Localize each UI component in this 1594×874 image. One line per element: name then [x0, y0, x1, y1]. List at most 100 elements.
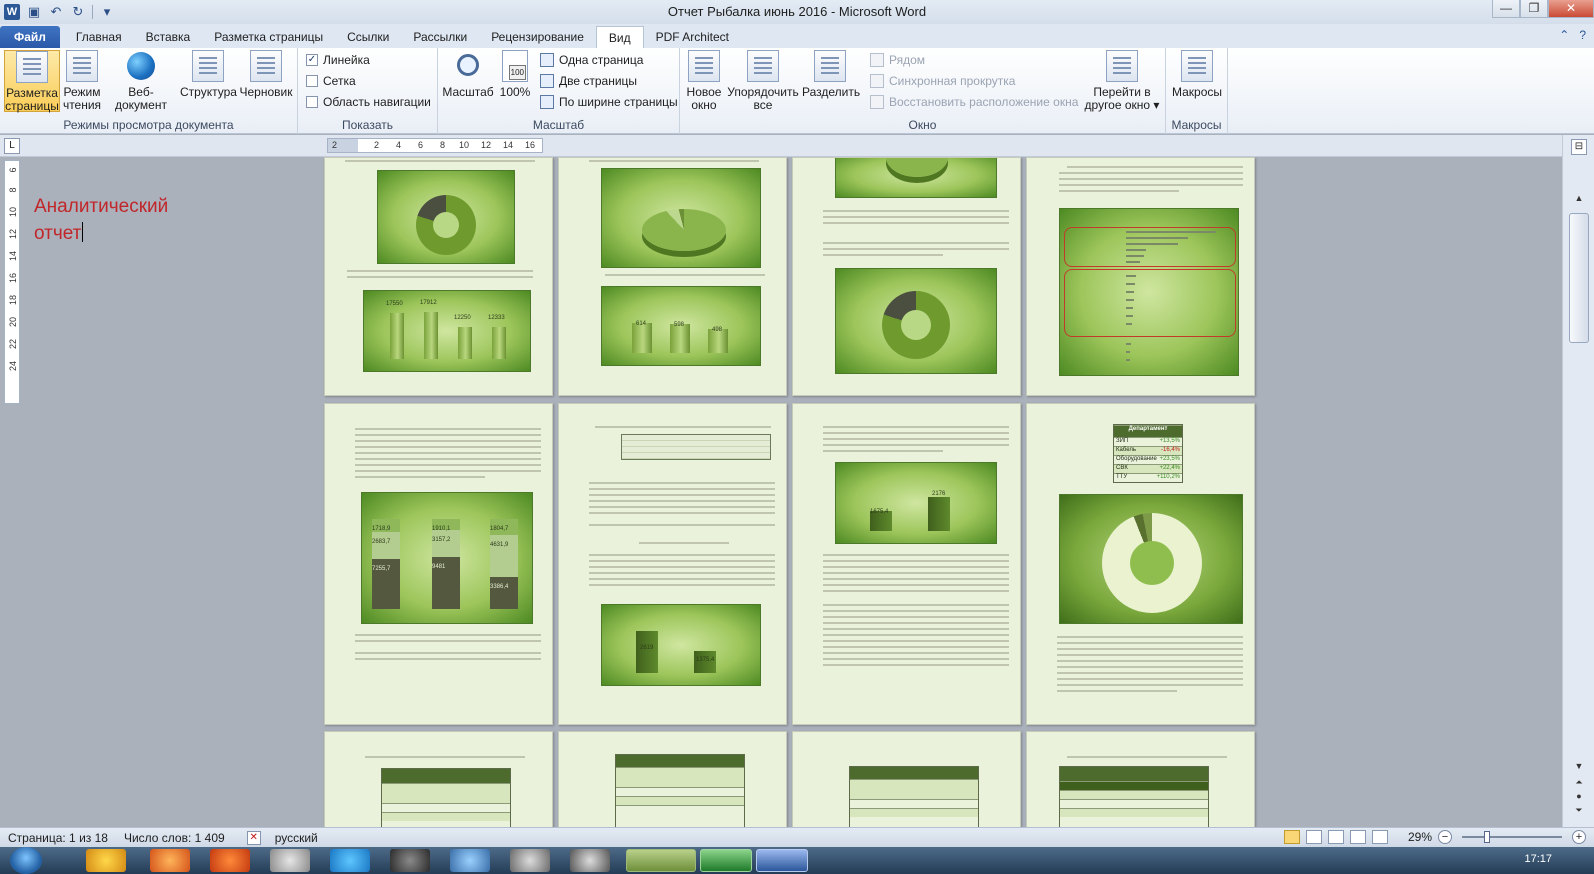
switch-windows-button[interactable]: Перейти в другое окно ▾: [1082, 50, 1162, 112]
web-view-icon[interactable]: [1327, 830, 1344, 844]
start-button[interactable]: [10, 847, 42, 874]
draft-view-icon[interactable]: [1371, 830, 1388, 844]
draft-label: Черновик: [239, 85, 293, 99]
macros-button[interactable]: Макросы: [1170, 50, 1224, 99]
word-count[interactable]: Число слов: 1 409: [116, 831, 233, 845]
draft-button[interactable]: Черновик: [238, 50, 294, 99]
document-heading[interactable]: Аналитический отчет: [34, 193, 168, 247]
redo-icon[interactable]: ↻: [70, 4, 86, 20]
page-thumbnail-2[interactable]: 614 598 498: [558, 157, 787, 396]
ruler-check-mark[interactable]: ✓: [306, 54, 318, 66]
taskbar-app-excel[interactable]: [700, 849, 752, 872]
tab-home[interactable]: Главная: [64, 26, 134, 48]
tab-insert[interactable]: Вставка: [134, 26, 203, 48]
text-line: [347, 276, 533, 278]
horizontal-ruler[interactable]: 2 2 4 6 8 10 12 14 16: [327, 138, 543, 153]
scroll-down-icon[interactable]: ▼: [1571, 761, 1587, 775]
tab-file[interactable]: Файл: [0, 26, 60, 48]
minimize-button[interactable]: —: [1492, 0, 1520, 18]
close-button[interactable]: ✕: [1548, 0, 1594, 18]
reset-window-position-button[interactable]: Восстановить расположение окна: [870, 92, 1078, 112]
taskbar-app-folder[interactable]: [626, 849, 696, 872]
scroll-up-icon[interactable]: ▲: [1571, 193, 1587, 207]
one-page-button[interactable]: Одна страница: [540, 50, 643, 70]
page-count[interactable]: Страница: 1 из 18: [0, 831, 116, 845]
taskbar-app-firefox[interactable]: [210, 849, 250, 872]
prev-page-icon[interactable]: ⏶: [1571, 777, 1587, 791]
web-layout-button[interactable]: Веб-документ: [104, 50, 178, 112]
restore-button[interactable]: ❐: [1520, 0, 1548, 18]
taskbar-app-mic[interactable]: [570, 849, 610, 872]
browse-object-icon[interactable]: ●: [1571, 791, 1587, 805]
outline-button[interactable]: Структура: [180, 50, 237, 99]
gridlines-check-mark[interactable]: [306, 75, 318, 87]
taskbar-app-explorer[interactable]: [86, 849, 126, 872]
undo-icon[interactable]: ↶: [48, 4, 64, 20]
taskbar-app-tool[interactable]: [510, 849, 550, 872]
help-icon[interactable]: ?: [1579, 28, 1586, 42]
sync-scroll-button[interactable]: Синхронная прокрутка: [870, 71, 1015, 91]
split-button[interactable]: Разделить: [802, 50, 860, 99]
tab-references[interactable]: Ссылки: [335, 26, 401, 48]
customize-qat-icon[interactable]: ▾: [99, 4, 115, 20]
next-page-icon[interactable]: ⏷: [1571, 805, 1587, 819]
taskbar-app-media[interactable]: [150, 849, 190, 872]
arrange-all-icon: [747, 50, 779, 82]
zoom-slider[interactable]: [1462, 831, 1562, 843]
page-thumbnail-6[interactable]: 2619 1375,4: [558, 403, 787, 725]
tab-selector[interactable]: L: [4, 138, 20, 154]
page-thumbnail-12[interactable]: [1026, 731, 1255, 827]
two-pages-button[interactable]: Две страницы: [540, 71, 637, 91]
page-thumbnail-9[interactable]: [324, 731, 553, 827]
page-thumbnail-8[interactable]: Департамент ЗИП +13,5% Кабель -16,4% Обору…: [1026, 403, 1255, 725]
proofing-icon[interactable]: ✕: [246, 830, 261, 845]
taskbar-app-generic[interactable]: [270, 849, 310, 872]
taskbar-app-dark[interactable]: [390, 849, 430, 872]
ruler-checkbox[interactable]: ✓ Линейка: [306, 50, 370, 70]
language-indicator[interactable]: русский: [267, 831, 326, 845]
tab-pdf-architect[interactable]: PDF Architect: [644, 26, 741, 48]
navigation-pane-checkbox[interactable]: Область навигации: [306, 92, 431, 112]
gridlines-checkbox[interactable]: Сетка: [306, 71, 356, 91]
taskbar-app-word[interactable]: [756, 849, 808, 872]
page-thumbnail-3[interactable]: [792, 157, 1021, 396]
tab-view[interactable]: Вид: [595, 26, 644, 48]
page-thumbnail-7[interactable]: 1675,4 2176: [792, 403, 1021, 725]
page-width-button[interactable]: По ширине страницы: [540, 92, 678, 112]
vertical-ruler[interactable]: 6 8 10 12 14 16 18 20 22 24: [4, 160, 20, 404]
taskbar-app-skype[interactable]: [330, 849, 370, 872]
zoom-100-button[interactable]: 100 100%: [496, 50, 534, 99]
zoom-in-button[interactable]: +: [1572, 830, 1586, 844]
page-thumbnail-5[interactable]: 1718,9 2683,7 7255,7 1910,1 3157,2 9481 …: [324, 403, 553, 725]
side-by-side-button[interactable]: Рядом: [870, 50, 925, 70]
new-window-button[interactable]: Новое окно: [684, 50, 724, 112]
document-area[interactable]: Аналитический отчет 17550 17912 12250 12…: [24, 157, 1562, 827]
tab-page-layout[interactable]: Разметка страницы: [202, 26, 335, 48]
view-ruler-icon[interactable]: ⊟: [1571, 139, 1587, 155]
tab-mailings[interactable]: Рассылки: [401, 26, 479, 48]
page-thumbnail-4[interactable]: [1026, 157, 1255, 396]
page-thumbnail-1[interactable]: 17550 17912 12250 12333: [324, 157, 553, 396]
outline-view-icon[interactable]: [1349, 830, 1366, 844]
reading-mode-button[interactable]: Режим чтения: [62, 50, 102, 112]
clock[interactable]: 17:17: [1524, 853, 1552, 865]
text-line: [589, 488, 775, 490]
vertical-scrollbar[interactable]: ⊟ ▲ ▼ ⏶ ● ⏷: [1562, 135, 1594, 827]
zoom-level[interactable]: 29%: [1408, 830, 1432, 844]
page-thumbnail-11[interactable]: [792, 731, 1021, 827]
navigation-pane-check-mark[interactable]: [306, 96, 318, 108]
print-layout-view-icon[interactable]: [1283, 830, 1300, 844]
print-layout-button[interactable]: Разметка страницы: [4, 50, 60, 113]
arrange-all-button[interactable]: Упорядочить все: [726, 50, 800, 112]
reading-view-icon[interactable]: [1305, 830, 1322, 844]
page-thumbnail-10[interactable]: [558, 731, 787, 827]
scroll-thumb[interactable]: [1569, 213, 1589, 343]
zoom-slider-knob[interactable]: [1484, 831, 1490, 843]
zoom-button[interactable]: Масштаб: [442, 50, 494, 99]
word-logo-icon[interactable]: W: [4, 4, 20, 20]
taskbar-app-window[interactable]: [450, 849, 490, 872]
zoom-out-button[interactable]: −: [1438, 830, 1452, 844]
save-icon[interactable]: ▣: [26, 4, 42, 20]
collapse-ribbon-icon[interactable]: ⌃: [1559, 28, 1569, 42]
tab-review[interactable]: Рецензирование: [479, 26, 596, 48]
